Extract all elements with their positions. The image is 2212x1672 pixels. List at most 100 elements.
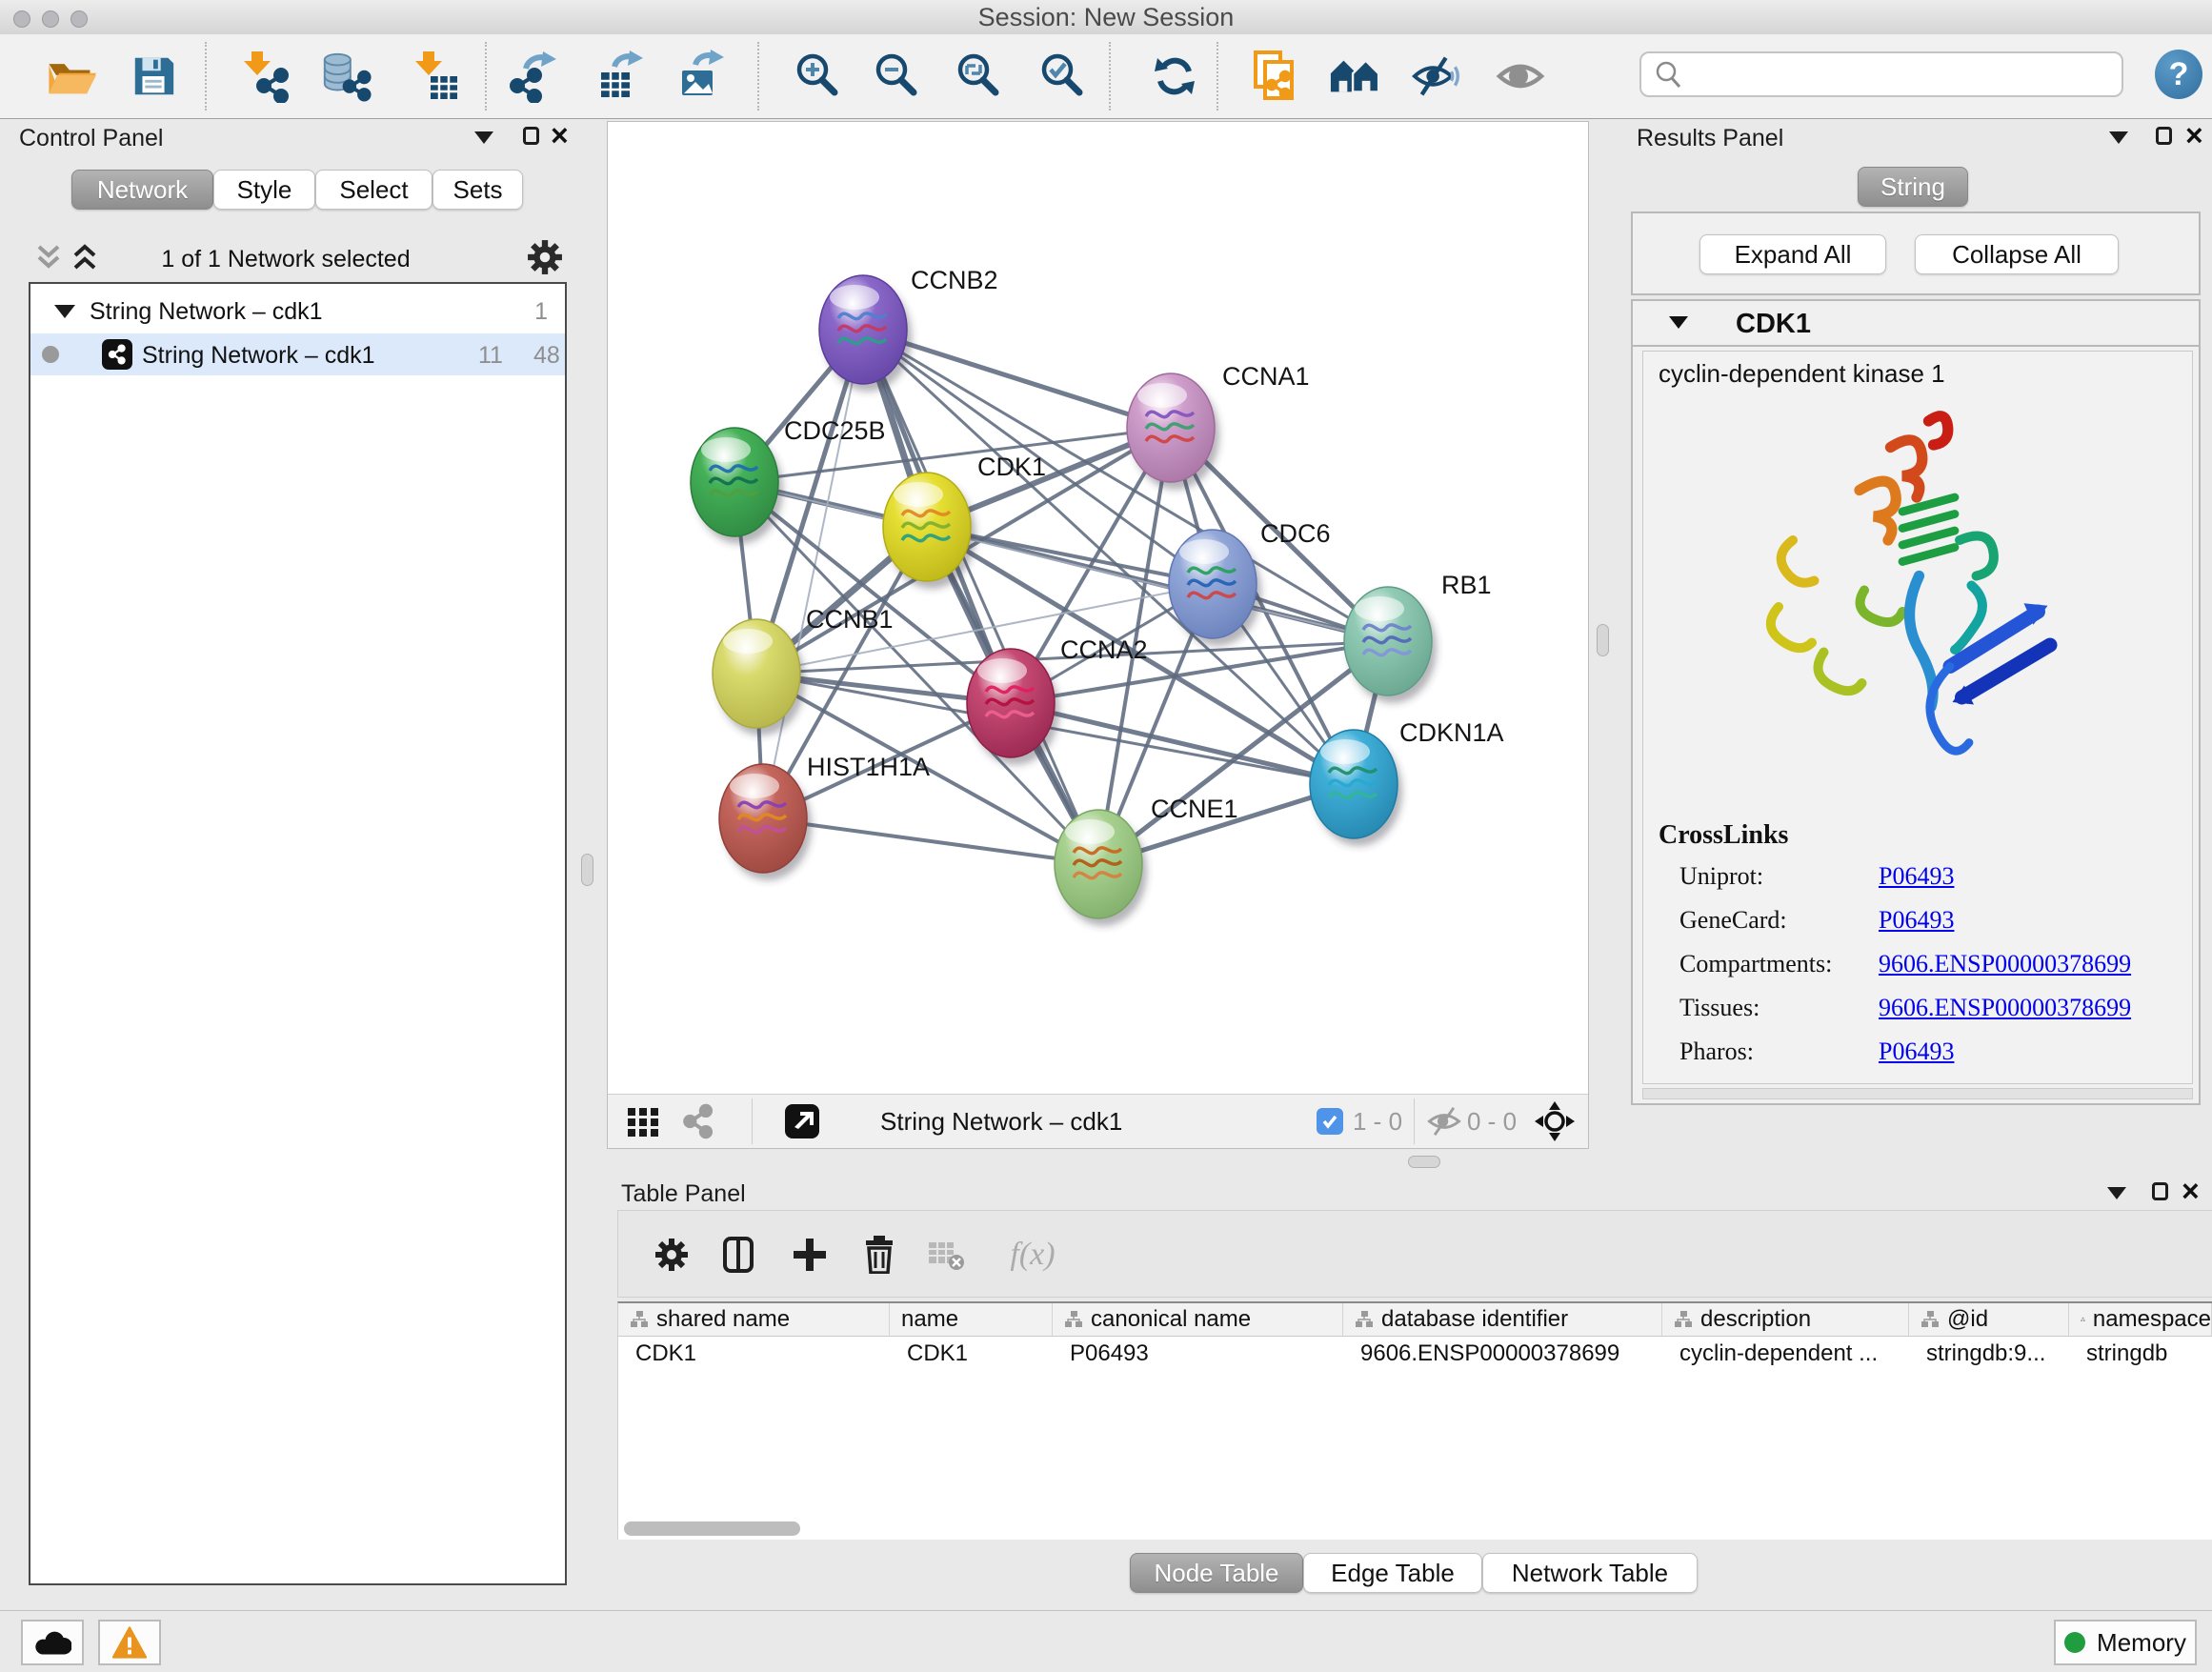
crosslink-link[interactable]: P06493 bbox=[1879, 906, 1954, 935]
cell-canonical-name[interactable]: P06493 bbox=[1053, 1337, 1343, 1371]
column-header[interactable]: canonical name bbox=[1053, 1303, 1343, 1336]
network-node-ccna1[interactable]: CCNA1 bbox=[1127, 362, 1310, 490]
import-network-from-database-button[interactable] bbox=[319, 48, 372, 105]
search-input[interactable] bbox=[1691, 54, 2122, 94]
zoom-selected-button[interactable] bbox=[1036, 48, 1089, 105]
network-node-ccne1[interactable]: CCNE1 bbox=[1055, 795, 1238, 926]
first-neighbors-button[interactable] bbox=[1329, 48, 1382, 105]
cell-shared-name[interactable]: CDK1 bbox=[618, 1337, 890, 1371]
zoom-fit-button[interactable] bbox=[952, 48, 1005, 105]
right-splitter-handle[interactable] bbox=[1597, 624, 1609, 656]
protein-card-header[interactable]: CDK1 bbox=[1633, 301, 2199, 347]
panel-menu-icon[interactable] bbox=[474, 131, 493, 144]
memory-label: Memory bbox=[2097, 1628, 2186, 1658]
delete-columns-button[interactable] bbox=[855, 1228, 904, 1281]
table-row[interactable]: CDK1 CDK1 P06493 9606.ENSP00000378699 cy… bbox=[618, 1337, 2212, 1371]
network-edge[interactable] bbox=[763, 818, 1098, 864]
cell-database-identifier[interactable]: 9606.ENSP00000378699 bbox=[1343, 1337, 1662, 1371]
tab-style[interactable]: Style bbox=[213, 170, 315, 210]
tab-select[interactable]: Select bbox=[315, 170, 432, 210]
zoom-out-button[interactable] bbox=[870, 48, 923, 105]
show-columns-button[interactable] bbox=[714, 1228, 763, 1281]
column-label: shared name bbox=[656, 1306, 790, 1333]
column-label: canonical name bbox=[1091, 1306, 1251, 1333]
column-header[interactable]: name bbox=[890, 1303, 1053, 1336]
network-view-toolbar: String Network – cdk1 1 - 0 0 - 0 bbox=[608, 1094, 1588, 1148]
column-header[interactable]: database identifier bbox=[1343, 1303, 1662, 1336]
collapse-entry-icon[interactable] bbox=[1669, 316, 1688, 329]
network-row-selected[interactable]: String Network – cdk1 11 48 bbox=[30, 333, 565, 375]
table-horizontal-scrollbar[interactable] bbox=[624, 1521, 800, 1536]
bottom-splitter-handle[interactable] bbox=[1408, 1156, 1440, 1168]
panel-float-icon[interactable] bbox=[2156, 127, 2172, 145]
cell-description[interactable]: cyclin-dependent ... bbox=[1662, 1337, 1909, 1371]
crosslink-link[interactable]: P06493 bbox=[1879, 1037, 1954, 1066]
network-node-ccna2[interactable]: CCNA2 bbox=[967, 635, 1148, 765]
network-edge[interactable] bbox=[1011, 703, 1354, 784]
export-table-button[interactable] bbox=[593, 48, 647, 105]
cloud-button[interactable] bbox=[21, 1620, 84, 1665]
left-splitter-handle[interactable] bbox=[581, 854, 593, 886]
window-title: Session: New Session bbox=[0, 0, 2212, 34]
column-header[interactable]: @id bbox=[1909, 1303, 2069, 1336]
gear-icon[interactable] bbox=[527, 239, 563, 275]
save-session-button[interactable] bbox=[127, 48, 180, 105]
selected-nodes-indicator[interactable] bbox=[1317, 1095, 1343, 1148]
panel-close-icon[interactable]: × bbox=[2185, 121, 2203, 150]
cell-id[interactable]: stringdb:9... bbox=[1909, 1337, 2069, 1371]
network-share-view-button[interactable] bbox=[680, 1095, 716, 1148]
column-header[interactable]: namespace bbox=[2069, 1303, 2212, 1336]
help-button[interactable]: ? bbox=[2155, 50, 2202, 99]
show-all-button[interactable] bbox=[1494, 48, 1547, 105]
import-table-button[interactable] bbox=[407, 48, 460, 105]
grid-view-button[interactable] bbox=[624, 1095, 662, 1148]
tab-network[interactable]: Network bbox=[71, 170, 213, 210]
network-edge[interactable] bbox=[863, 330, 1098, 864]
cell-name[interactable]: CDK1 bbox=[890, 1337, 1053, 1371]
crosslink-link[interactable]: 9606.ENSP00000378699 bbox=[1879, 994, 2131, 1022]
panel-menu-icon[interactable] bbox=[2107, 1187, 2126, 1199]
hidden-indicator[interactable] bbox=[1425, 1095, 1463, 1148]
column-header[interactable]: description bbox=[1662, 1303, 1909, 1336]
birdseye-view-button[interactable] bbox=[783, 1095, 821, 1148]
export-image-button[interactable] bbox=[674, 48, 728, 105]
network-node-cdkn1a[interactable]: CDKN1A bbox=[1310, 718, 1504, 846]
panel-close-icon[interactable]: × bbox=[551, 121, 569, 150]
tab-string[interactable]: String bbox=[1858, 167, 1968, 207]
network-collection-row[interactable]: String Network – cdk1 1 bbox=[30, 292, 565, 333]
panel-close-icon[interactable]: × bbox=[2182, 1177, 2200, 1205]
pan-mode-button[interactable] bbox=[1534, 1095, 1576, 1148]
export-network-button[interactable] bbox=[509, 48, 562, 105]
network-node-cdc6[interactable]: CDC6 bbox=[1169, 519, 1331, 646]
tab-node-table[interactable]: Node Table bbox=[1130, 1553, 1303, 1593]
crosslink-link[interactable]: P06493 bbox=[1879, 862, 1954, 891]
apply-layout-button[interactable] bbox=[1148, 48, 1201, 105]
crosslink-link[interactable]: 9606.ENSP00000378699 bbox=[1879, 950, 2131, 978]
expand-all-button[interactable]: Expand All bbox=[1699, 234, 1886, 274]
table-settings-button[interactable] bbox=[647, 1228, 696, 1281]
horizontal-scrollbar[interactable] bbox=[1642, 1088, 2193, 1099]
panel-menu-icon[interactable] bbox=[2109, 131, 2128, 144]
create-column-button[interactable] bbox=[785, 1228, 835, 1281]
delete-table-button[interactable] bbox=[921, 1228, 971, 1281]
cell-namespace[interactable]: stringdb bbox=[2069, 1337, 2212, 1371]
warnings-button[interactable] bbox=[98, 1620, 161, 1665]
tree-expand-icon[interactable] bbox=[54, 305, 75, 318]
memory-button[interactable]: Memory bbox=[2054, 1620, 2197, 1665]
clone-network-button[interactable] bbox=[1247, 48, 1300, 105]
tab-network-table[interactable]: Network Table bbox=[1482, 1553, 1698, 1593]
collapse-all-button[interactable]: Collapse All bbox=[1915, 234, 2119, 274]
function-builder-button[interactable]: f(x) bbox=[990, 1228, 1076, 1281]
network-node-rb1[interactable]: RB1 bbox=[1344, 571, 1492, 703]
zoom-in-button[interactable] bbox=[791, 48, 844, 105]
open-session-button[interactable] bbox=[44, 48, 97, 105]
hide-selected-button[interactable] bbox=[1411, 48, 1464, 105]
tab-edge-table[interactable]: Edge Table bbox=[1303, 1553, 1482, 1593]
network-canvas[interactable]: CCNB2CCNA1CDC25BCDK1CDC6RB1CCNB1CCNA2CDK… bbox=[608, 122, 1588, 1095]
import-network-button[interactable] bbox=[236, 48, 290, 105]
network-node-hist1h1a[interactable]: HIST1H1A bbox=[719, 753, 930, 880]
tab-sets[interactable]: Sets bbox=[432, 170, 523, 210]
panel-float-icon[interactable] bbox=[523, 127, 539, 145]
column-header[interactable]: shared name bbox=[618, 1303, 890, 1336]
panel-float-icon[interactable] bbox=[2152, 1182, 2168, 1200]
